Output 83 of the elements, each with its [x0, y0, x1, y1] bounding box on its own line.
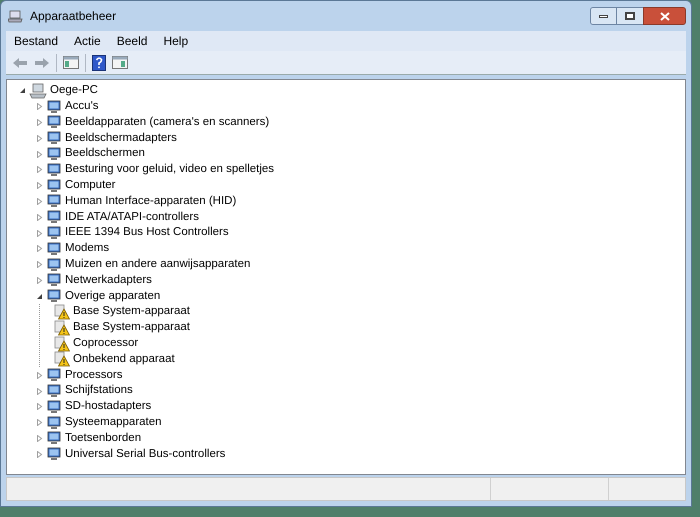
- device-icon: [46, 178, 62, 193]
- expand-icon[interactable]: [36, 276, 43, 284]
- device-icon: [46, 242, 62, 256]
- tree-item[interactable]: Base System-apparaat: [73, 319, 190, 336]
- device-icon: [46, 431, 62, 446]
- expand-icon[interactable]: [36, 118, 43, 126]
- tree-item[interactable]: Coprocessor: [73, 335, 138, 352]
- tree-item[interactable]: Processors: [65, 366, 123, 384]
- expand-icon[interactable]: [36, 434, 43, 442]
- expand-icon[interactable]: [36, 372, 43, 379]
- device-icon: [46, 100, 62, 114]
- tree-item[interactable]: SD-hostadapters: [65, 398, 152, 416]
- warning-device-icon: [54, 351, 70, 368]
- expand-icon[interactable]: [36, 150, 43, 158]
- tree-item[interactable]: Systeemapparaten: [65, 414, 162, 432]
- forward-arrow-icon[interactable]: [34, 56, 50, 68]
- expand-icon[interactable]: [36, 450, 43, 458]
- tree-item[interactable]: Base System-apparaat: [73, 303, 190, 321]
- device-icon: [46, 147, 62, 162]
- device-icon: [46, 210, 62, 224]
- tree-item[interactable]: Besturing voor geluid, video en spelletjes: [65, 161, 274, 179]
- expand-icon[interactable]: [36, 134, 43, 142]
- device-icon: [46, 115, 62, 130]
- expand-icon[interactable]: [36, 166, 43, 174]
- tree-item[interactable]: Computer: [65, 177, 116, 194]
- help-icon[interactable]: [92, 54, 106, 70]
- menu-item[interactable]: Bestand: [8, 32, 64, 50]
- device-icon: [46, 131, 62, 146]
- tree-item[interactable]: Beeldschermen: [65, 145, 145, 163]
- device-icon: [46, 162, 62, 177]
- tree-item[interactable]: Netwerkadapters: [65, 272, 152, 290]
- expand-icon[interactable]: [36, 403, 43, 410]
- device-icon: [46, 384, 62, 398]
- minimize-button[interactable]: [590, 7, 617, 25]
- tree-item[interactable]: Beeldapparaten (camera's en scanners): [65, 114, 270, 132]
- menu-item[interactable]: Actie: [68, 32, 107, 50]
- device-icon: [46, 400, 62, 414]
- tree-item[interactable]: Oege-PC: [50, 82, 98, 100]
- collapse-icon[interactable]: [36, 292, 43, 300]
- maximize-button[interactable]: [617, 7, 643, 25]
- tree-item[interactable]: Accu's: [65, 98, 99, 116]
- tree-item[interactable]: Beeldschermadapters: [65, 130, 177, 147]
- device-icon: [46, 416, 62, 430]
- device-icon: [46, 368, 62, 382]
- device-icon: [46, 226, 62, 240]
- back-arrow-icon[interactable]: [12, 56, 28, 68]
- tree-item[interactable]: Toetsenborden: [65, 430, 142, 448]
- tree-item[interactable]: Human Interface-apparaten (HID): [65, 192, 236, 210]
- tree-item[interactable]: Onbekend apparaat: [73, 350, 175, 368]
- expand-icon[interactable]: [36, 261, 43, 268]
- tree-item[interactable]: Modems: [65, 240, 110, 258]
- expand-icon[interactable]: [36, 198, 43, 205]
- device-icon: [46, 194, 62, 208]
- tree-item[interactable]: IEEE 1394 Bus Host Controllers: [65, 224, 229, 242]
- device-icon: [46, 258, 62, 272]
- console-tree-icon[interactable]: [63, 56, 79, 69]
- expand-icon[interactable]: [36, 388, 43, 395]
- device-icon: [46, 447, 62, 462]
- expand-icon[interactable]: [36, 230, 43, 237]
- window-title: Apparaatbeheer: [30, 8, 116, 25]
- collapse-icon[interactable]: [19, 87, 26, 94]
- close-icon: [660, 12, 670, 20]
- device-icon: [46, 289, 62, 304]
- device-manager-icon: [8, 9, 24, 23]
- expand-icon[interactable]: [36, 103, 43, 110]
- warning-device-icon: [54, 304, 70, 320]
- tree-item[interactable]: Universal Serial Bus-controllers: [65, 446, 226, 463]
- expand-icon[interactable]: [36, 182, 43, 190]
- device-icon: [46, 273, 62, 288]
- close-button[interactable]: [643, 7, 686, 25]
- tree-item[interactable]: Overige apparaten: [65, 288, 160, 305]
- expand-icon[interactable]: [36, 245, 43, 252]
- tree-item[interactable]: Muizen en andere aanwijsapparaten: [65, 256, 250, 274]
- menu-item[interactable]: Help: [157, 32, 194, 50]
- properties-icon[interactable]: [112, 56, 128, 69]
- tree-item[interactable]: IDE ATA/ATAPI-controllers: [65, 208, 199, 226]
- expand-icon[interactable]: [36, 214, 43, 221]
- warning-device-icon: [54, 336, 70, 352]
- expand-icon[interactable]: [36, 419, 43, 426]
- computer-icon: [29, 82, 47, 99]
- tree-item[interactable]: Schijfstations: [65, 382, 133, 400]
- menu-item[interactable]: Beeld: [110, 32, 154, 50]
- warning-device-icon: [54, 320, 70, 336]
